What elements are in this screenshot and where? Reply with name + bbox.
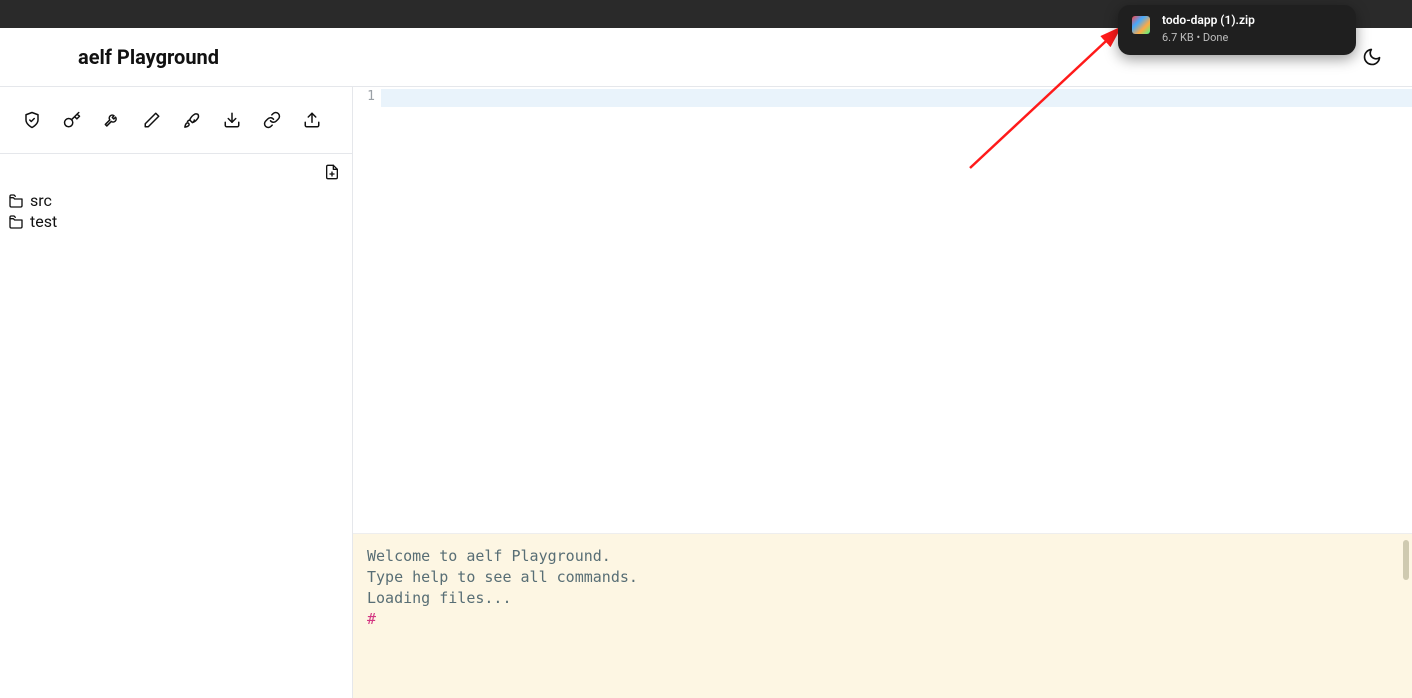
terminal-line: Type help to see all commands.	[367, 567, 1398, 588]
main-area: src test 1 Welcome to aelf Playground. T…	[0, 87, 1412, 698]
key-icon	[63, 111, 81, 129]
folder-label: test	[30, 212, 57, 231]
line-number: 1	[353, 89, 375, 104]
code-editor[interactable]: 1	[353, 87, 1412, 533]
folder-label: src	[30, 191, 52, 210]
app-title: aelf Playground	[78, 45, 219, 69]
terminal-prompt[interactable]: #	[367, 609, 1398, 630]
shield-button[interactable]	[22, 110, 42, 130]
archive-icon	[1132, 16, 1150, 34]
download-notification[interactable]: todo-dapp (1).zip 6.7 KB • Done	[1118, 5, 1356, 55]
shield-icon	[23, 111, 41, 129]
pencil-button[interactable]	[142, 110, 162, 130]
link-icon	[263, 111, 281, 129]
folder-src[interactable]: src	[8, 190, 352, 211]
terminal-scrollbar[interactable]	[1403, 540, 1409, 580]
upload-icon	[303, 111, 321, 129]
download-filename: todo-dapp (1).zip	[1162, 13, 1255, 29]
active-line[interactable]	[381, 89, 1412, 107]
wrench-icon	[103, 111, 121, 129]
rocket-icon	[183, 111, 201, 129]
key-button[interactable]	[62, 110, 82, 130]
download-meta: 6.7 KB • Done	[1162, 31, 1255, 45]
wrench-button[interactable]	[102, 110, 122, 130]
new-file-button[interactable]	[322, 162, 342, 182]
moon-icon	[1362, 47, 1382, 67]
editor-column: 1 Welcome to aelf Playground. Type help …	[353, 87, 1412, 698]
folder-icon	[8, 193, 24, 209]
folder-icon	[8, 214, 24, 230]
file-tree: src test	[0, 190, 352, 232]
code-area[interactable]	[381, 87, 1412, 533]
upload-button[interactable]	[302, 110, 322, 130]
theme-toggle-button[interactable]	[1360, 45, 1384, 69]
pencil-icon	[143, 111, 161, 129]
terminal-line: Welcome to aelf Playground.	[367, 546, 1398, 567]
terminal-panel[interactable]: Welcome to aelf Playground. Type help to…	[353, 533, 1412, 698]
download-text: todo-dapp (1).zip 6.7 KB • Done	[1162, 13, 1255, 45]
editor-gutter: 1	[353, 87, 381, 533]
download-icon	[223, 111, 241, 129]
terminal-line: Loading files...	[367, 588, 1398, 609]
file-plus-icon	[324, 164, 340, 180]
sidebar: src test	[0, 87, 353, 698]
file-explorer: src test	[0, 154, 352, 698]
folder-test[interactable]: test	[8, 211, 352, 232]
rocket-button[interactable]	[182, 110, 202, 130]
sidebar-toolbar	[0, 87, 352, 154]
link-button[interactable]	[262, 110, 282, 130]
download-button[interactable]	[222, 110, 242, 130]
